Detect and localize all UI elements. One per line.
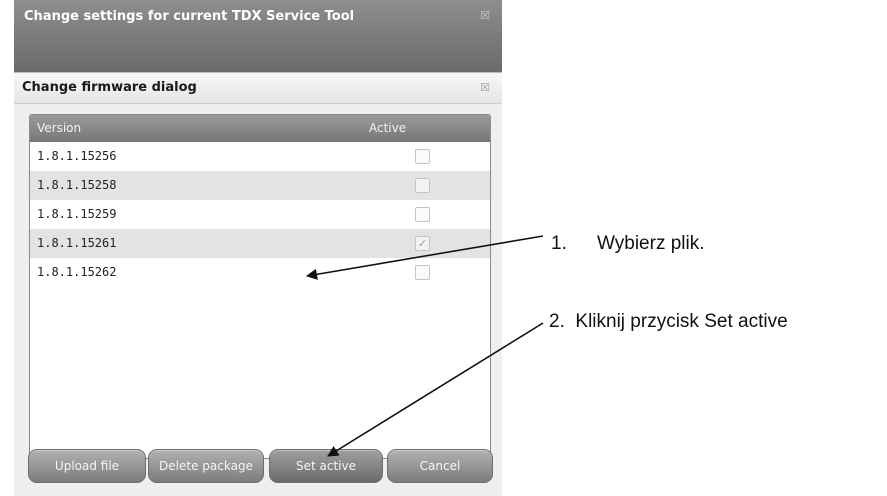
annotation-step2: 2. Kliknij przycisk Set active: [549, 311, 788, 332]
annotation-arrows: [305, 235, 544, 457]
arrow-step2: [327, 322, 544, 457]
annotation-step1-number: 1.: [551, 233, 567, 254]
annotation-step1-text: Wybierz plik.: [597, 233, 705, 254]
arrow-step1: [305, 235, 544, 280]
